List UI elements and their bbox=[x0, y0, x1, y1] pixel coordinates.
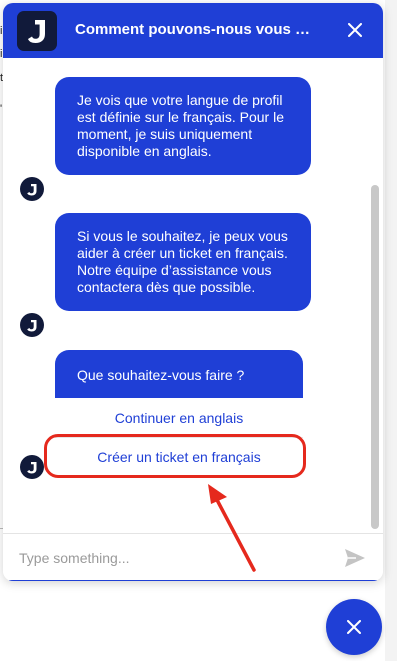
chat-launcher-button[interactable] bbox=[326, 599, 382, 655]
message-input[interactable] bbox=[17, 546, 331, 570]
chat-title: Comment pouvons-nous vous … bbox=[75, 21, 311, 38]
j-logo-icon bbox=[27, 319, 37, 331]
send-icon bbox=[345, 549, 365, 567]
composer-border bbox=[9, 580, 383, 581]
message-composer bbox=[3, 533, 383, 581]
j-logo-icon bbox=[17, 11, 57, 51]
quick-reply-question: Que souhaitez-vous faire ? bbox=[55, 350, 303, 398]
annotation-arrow bbox=[208, 484, 256, 572]
annotation-highlight-box bbox=[44, 434, 306, 478]
continue-in-english-button[interactable]: Continuer en anglais bbox=[55, 399, 303, 438]
background-text-fragment: ' bbox=[0, 103, 3, 115]
close-icon bbox=[347, 620, 361, 634]
bot-avatar bbox=[20, 455, 44, 479]
j-logo-icon bbox=[27, 461, 37, 473]
close-icon bbox=[348, 23, 362, 37]
scrollbar[interactable] bbox=[371, 185, 379, 529]
j-logo-icon bbox=[27, 183, 37, 195]
send-button[interactable] bbox=[343, 547, 367, 569]
background-panel bbox=[385, 0, 397, 661]
bot-avatar bbox=[20, 313, 44, 337]
chat-header: Comment pouvons-nous vous … bbox=[3, 3, 383, 58]
close-button[interactable] bbox=[343, 18, 367, 42]
bot-avatar bbox=[20, 177, 44, 201]
bot-message: Je vois que votre langue de profil est d… bbox=[55, 77, 311, 175]
chat-widget: Comment pouvons-nous vous … Je vois que … bbox=[3, 3, 383, 581]
bot-message: Si vous le souhaitez, je peux vous aider… bbox=[55, 213, 311, 311]
